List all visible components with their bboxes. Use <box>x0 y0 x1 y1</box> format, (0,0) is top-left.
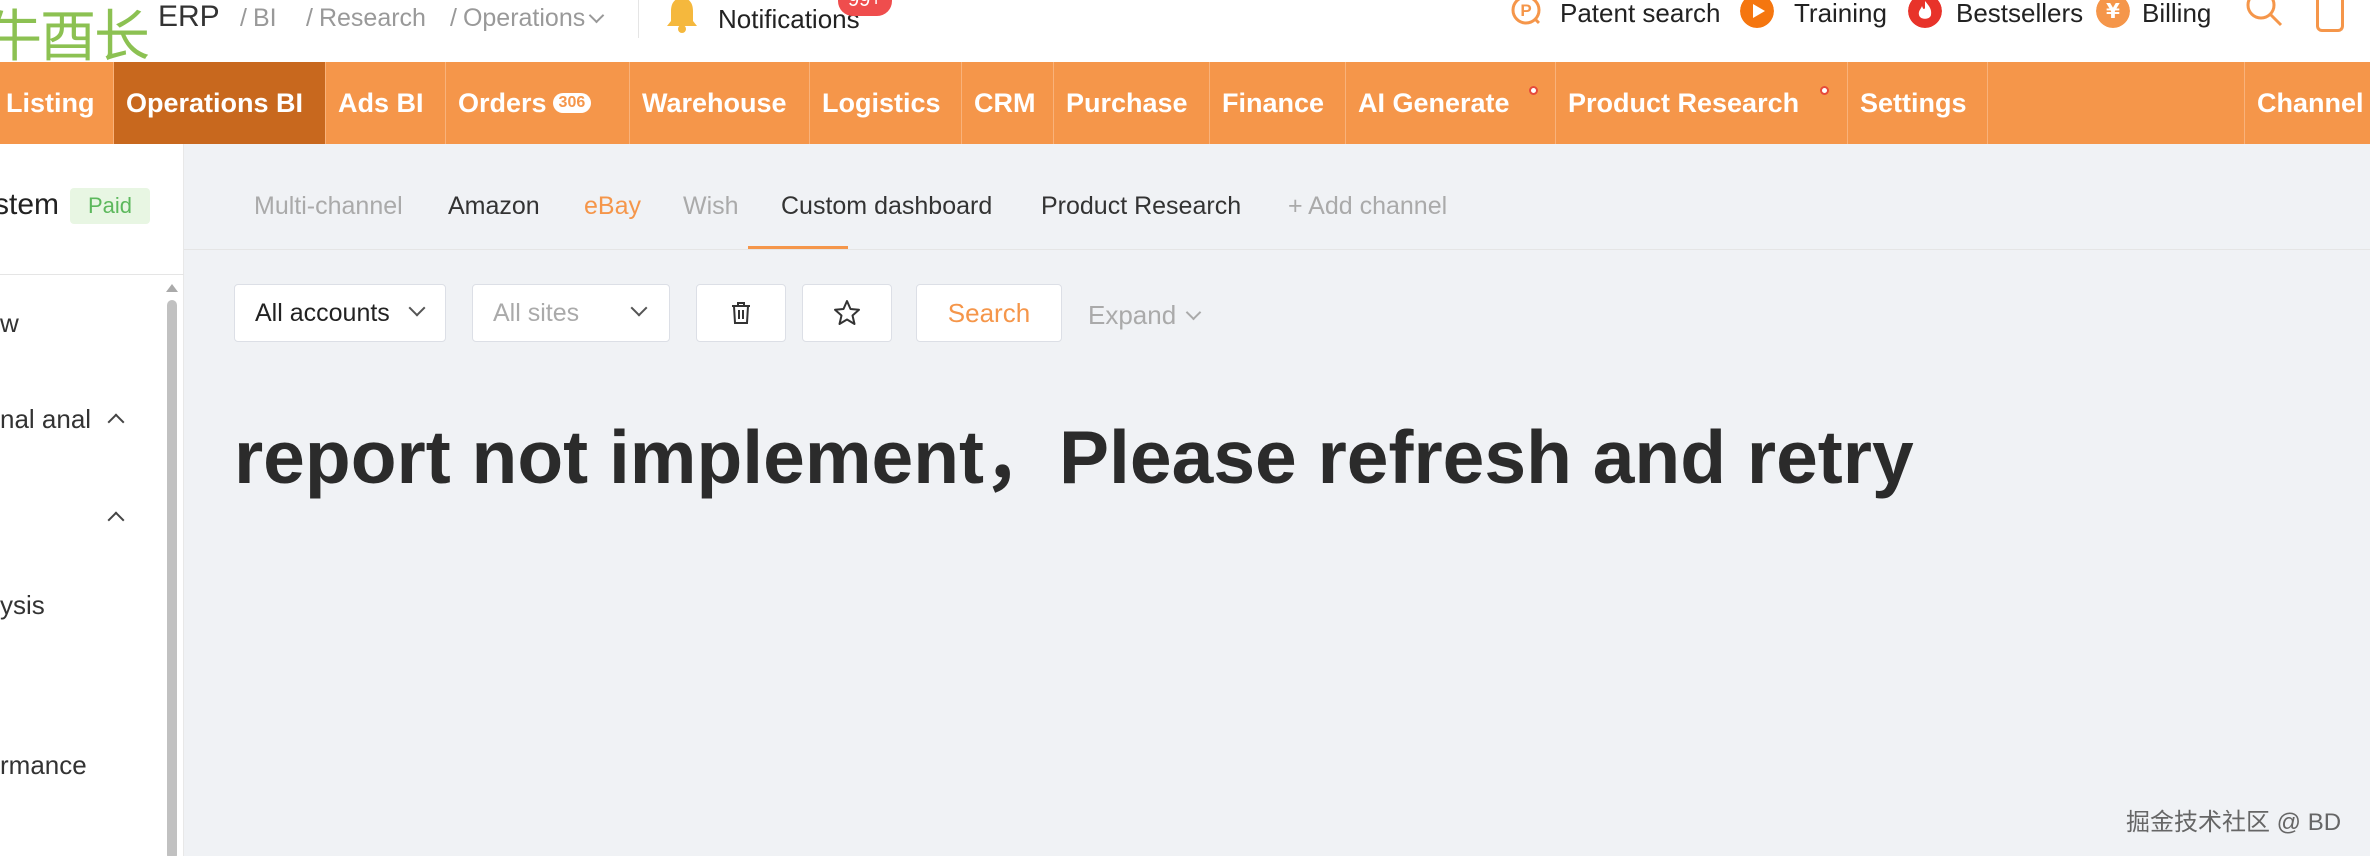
scrollbar-thumb[interactable] <box>167 300 177 856</box>
tab-product-research[interactable]: Product Research <box>1041 192 1241 221</box>
paid-badge: Paid <box>70 188 150 224</box>
chevron-up-icon[interactable] <box>107 413 125 431</box>
add-channel-button[interactable]: + Add channel <box>1288 192 1447 221</box>
active-tab-indicator <box>748 246 848 249</box>
sidebar: stem Paid w nal anal ysis rmance <box>0 144 184 856</box>
sidebar-item-group[interactable]: nal anal <box>0 404 91 435</box>
trash-icon <box>732 302 750 324</box>
nav-listing[interactable]: Listing <box>0 62 114 144</box>
sidebar-scrollbar[interactable] <box>164 284 180 856</box>
svg-text:¥: ¥ <box>2106 0 2120 23</box>
chevron-down-icon <box>408 299 426 317</box>
top-bar: 牛酉长 ERP / BI / Research / Operations Notifi… <box>0 0 2370 70</box>
breadcrumb-operations[interactable]: / Operations <box>450 4 605 33</box>
sidebar-title: stem <box>0 188 60 221</box>
watermark: 掘金技术社区 @ BD <box>2126 809 2342 836</box>
sidebar-item[interactable]: w <box>0 308 19 339</box>
breadcrumb-label: Research <box>318 4 426 32</box>
tab-ebay[interactable]: eBay <box>584 192 641 221</box>
divider <box>0 274 184 275</box>
tab-multi-channel[interactable]: Multi-channel <box>254 192 403 221</box>
nav-channel[interactable]: Channel <box>2244 62 2370 144</box>
expand-label: Expand <box>1088 300 1177 330</box>
new-dot-icon <box>1529 86 1538 95</box>
search-icon[interactable] <box>2244 0 2284 28</box>
nav-product-research[interactable]: Product Research <box>1556 62 1848 144</box>
divider <box>638 0 639 38</box>
nav-settings[interactable]: Settings <box>1848 62 1988 144</box>
orders-count-badge: 306 <box>552 92 592 113</box>
sites-placeholder: All sites <box>493 299 580 327</box>
nav-orders[interactable]: Orders 306 <box>446 62 630 144</box>
sidebar-item[interactable]: rmance <box>0 750 87 781</box>
patent-search-link[interactable]: Patent search <box>1560 0 1720 29</box>
chevron-down-icon <box>630 299 648 317</box>
accounts-value: All accounts <box>255 299 390 327</box>
breadcrumb-bi[interactable]: / BI <box>240 4 277 33</box>
mobile-icon[interactable] <box>2316 0 2344 32</box>
breadcrumb-label: Operations <box>462 4 586 32</box>
chevron-down-icon <box>588 7 605 24</box>
nav-operations-bi[interactable]: Operations BI <box>114 62 326 144</box>
error-message: report not implement，Please refresh and … <box>234 415 1914 499</box>
fire-icon <box>1908 0 1942 28</box>
bell-icon[interactable] <box>664 0 700 34</box>
expand-toggle[interactable]: Expand <box>1088 300 1202 331</box>
billing-link[interactable]: Billing <box>2142 0 2211 29</box>
play-icon <box>1740 0 1774 28</box>
accounts-select[interactable]: All accounts <box>234 284 446 342</box>
sites-select[interactable]: All sites <box>472 284 670 342</box>
new-dot-icon <box>1820 86 1829 95</box>
notifications-badge: 99+ <box>838 0 892 16</box>
nav-logistics[interactable]: Logistics <box>810 62 962 144</box>
chevron-down-icon <box>1185 304 1202 321</box>
patent-icon: P <box>1511 0 1544 28</box>
nav-crm[interactable]: CRM <box>962 62 1054 144</box>
sidebar-item[interactable]: ysis <box>0 590 45 621</box>
tab-amazon[interactable]: Amazon <box>448 192 540 221</box>
channel-tabs: Multi-channel Amazon eBay Wish Custom da… <box>184 144 2370 250</box>
tab-wish[interactable]: Wish <box>683 192 739 221</box>
nav-purchase[interactable]: Purchase <box>1054 62 1210 144</box>
bestsellers-link[interactable]: Bestsellers <box>1956 0 2083 29</box>
scroll-up-arrow-icon[interactable] <box>166 284 178 292</box>
breadcrumb-label: BI <box>252 4 277 32</box>
nav-label: Orders <box>458 88 547 118</box>
chevron-up-icon[interactable] <box>107 511 125 529</box>
delete-button[interactable] <box>696 284 786 342</box>
nav-warehouse[interactable]: Warehouse <box>630 62 810 144</box>
training-link[interactable]: Training <box>1794 0 1887 29</box>
tab-custom-dashboard[interactable]: Custom dashboard <box>781 192 992 221</box>
yen-icon: ¥ <box>2096 0 2130 28</box>
nav-ai-generate[interactable]: AI Generate <box>1346 62 1556 144</box>
search-button[interactable]: Search <box>916 284 1062 342</box>
breadcrumb-research[interactable]: / Research <box>306 4 426 33</box>
app-name: ERP <box>158 0 220 33</box>
nav-finance[interactable]: Finance <box>1210 62 1346 144</box>
star-icon <box>834 300 860 325</box>
nav-ads-bi[interactable]: Ads BI <box>326 62 446 144</box>
main-nav: Listing Operations BI Ads BI Orders 306 W… <box>0 62 2370 144</box>
favorite-button[interactable] <box>802 284 892 342</box>
notifications-link[interactable]: Notifications <box>718 4 860 35</box>
svg-text:P: P <box>1520 1 1531 20</box>
